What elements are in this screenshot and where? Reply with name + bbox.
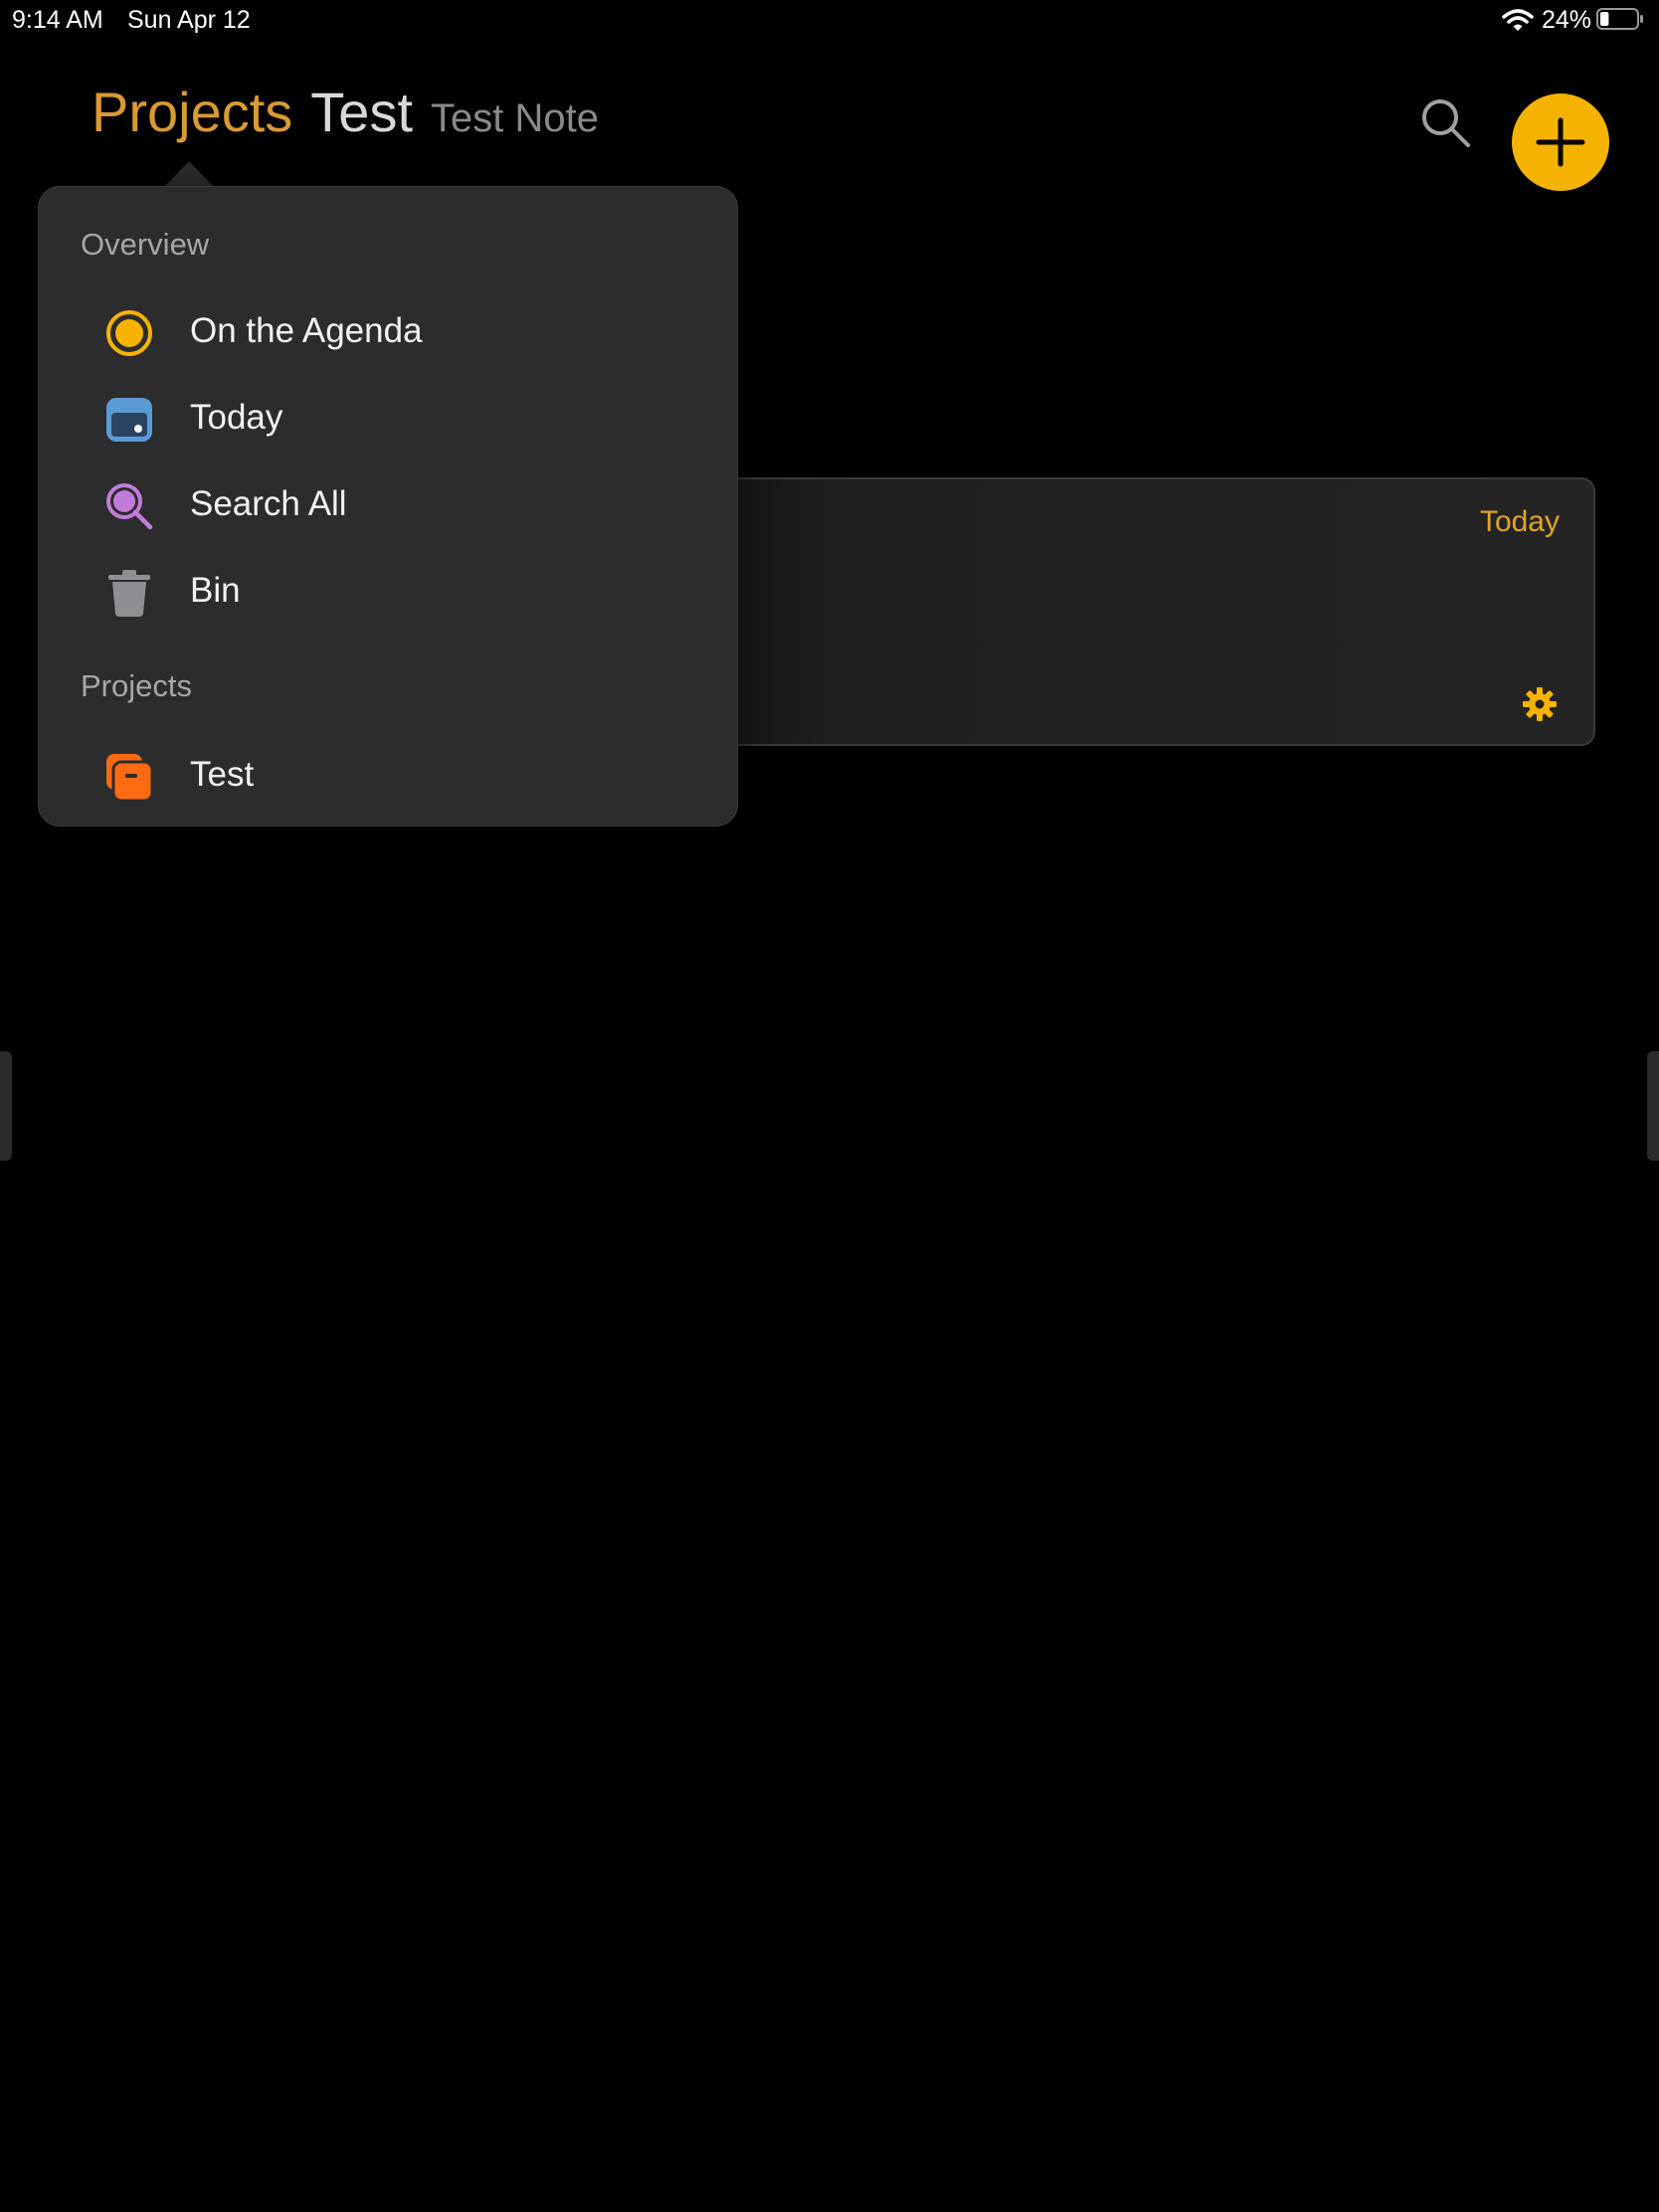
popover-arrow bbox=[164, 161, 214, 187]
menu-item-label: Search All bbox=[190, 484, 347, 523]
section-title-projects: Projects bbox=[81, 668, 192, 703]
menu-item-on-the-agenda[interactable]: On the Agenda bbox=[39, 288, 737, 374]
plus-icon bbox=[1536, 117, 1585, 167]
breadcrumb: Projects Test Test Note bbox=[92, 80, 599, 144]
gear-icon[interactable] bbox=[1520, 684, 1560, 724]
breadcrumb-note[interactable]: Test Note bbox=[431, 96, 599, 141]
trash-icon bbox=[108, 570, 150, 617]
search-button[interactable] bbox=[1418, 95, 1474, 151]
battery-percent: 24% bbox=[1542, 6, 1592, 34]
status-time: 9:14 AM bbox=[12, 6, 103, 34]
navigation-popover: Overview On the Agenda Today Search All … bbox=[38, 186, 738, 827]
breadcrumb-projects[interactable]: Projects bbox=[92, 80, 292, 144]
calendar-icon bbox=[106, 398, 152, 442]
battery-icon bbox=[1596, 8, 1643, 30]
menu-item-search-all[interactable]: Search All bbox=[39, 461, 737, 547]
note-date[interactable]: Today bbox=[1480, 505, 1560, 539]
search-all-icon bbox=[106, 483, 153, 530]
menu-item-label: On the Agenda bbox=[190, 311, 423, 350]
menu-item-bin[interactable]: Bin bbox=[39, 548, 737, 634]
agenda-icon bbox=[106, 310, 152, 356]
menu-item-label: Today bbox=[190, 398, 283, 437]
add-button[interactable] bbox=[1512, 93, 1609, 191]
wifi-icon bbox=[1502, 9, 1534, 31]
menu-item-label: Bin bbox=[190, 571, 241, 610]
menu-item-label: Test bbox=[190, 755, 255, 794]
section-title-overview: Overview bbox=[81, 227, 210, 262]
right-sidebar-handle[interactable] bbox=[1647, 1051, 1659, 1161]
breadcrumb-project[interactable]: Test bbox=[310, 80, 413, 144]
note-card[interactable]: Today bbox=[696, 477, 1595, 746]
status-bar: 9:14 AM Sun Apr 12 24% bbox=[0, 0, 1659, 40]
menu-item-today[interactable]: Today bbox=[39, 375, 737, 461]
status-date: Sun Apr 12 bbox=[127, 6, 251, 34]
left-sidebar-handle[interactable] bbox=[0, 1051, 12, 1161]
menu-item-project-test[interactable]: Test bbox=[39, 732, 737, 818]
project-icon bbox=[106, 754, 154, 802]
